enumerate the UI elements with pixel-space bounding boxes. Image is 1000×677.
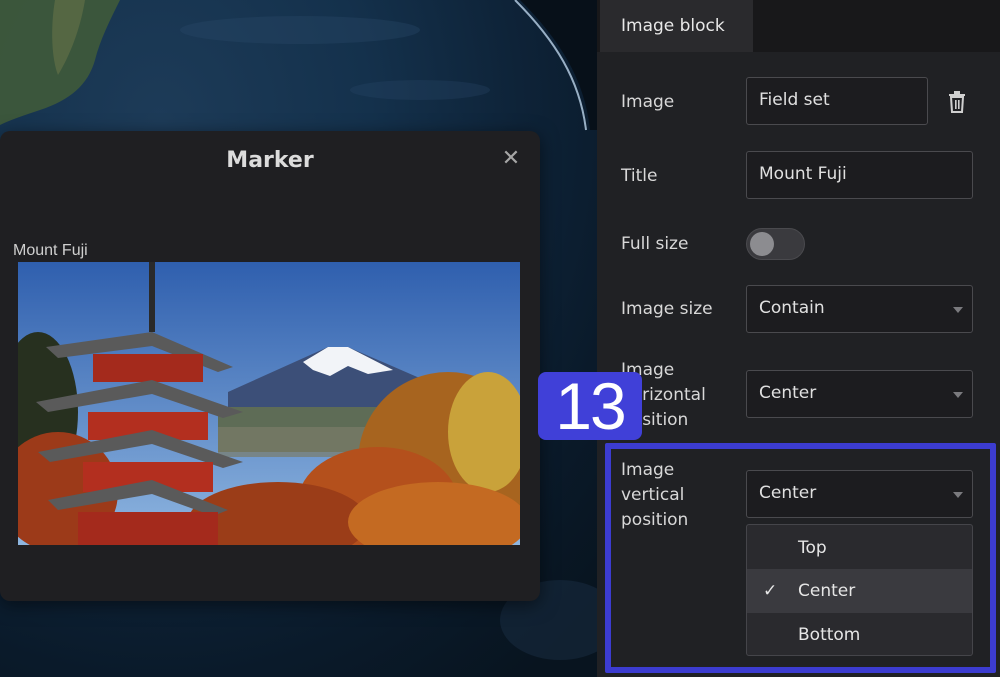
image-size-value: Contain xyxy=(759,298,825,318)
title-field-label: Title xyxy=(621,166,658,186)
image-field-label: Image xyxy=(621,92,675,112)
trash-icon[interactable] xyxy=(946,90,968,114)
image-size-select[interactable]: Contain xyxy=(746,285,973,333)
full-size-toggle[interactable] xyxy=(746,228,805,260)
marker-popup-title: Marker xyxy=(226,148,314,173)
highlight-box xyxy=(605,443,996,673)
horizontal-position-value: Center xyxy=(759,383,817,403)
tab-image-block[interactable]: Image block xyxy=(600,0,753,52)
chevron-down-icon xyxy=(953,307,963,313)
step-number-badge: 13 xyxy=(538,372,642,440)
title-input[interactable]: Mount Fuji xyxy=(746,151,973,199)
image-field[interactable]: Field set xyxy=(746,77,928,125)
mount-fuji-image xyxy=(18,262,520,545)
close-icon[interactable]: ✕ xyxy=(500,148,522,170)
toggle-knob xyxy=(750,232,774,256)
full-size-label: Full size xyxy=(621,234,689,254)
chevron-down-icon xyxy=(953,392,963,398)
marker-image-caption: Mount Fuji xyxy=(13,242,88,259)
image-size-label: Image size xyxy=(621,299,713,319)
horizontal-position-select[interactable]: Center xyxy=(746,370,973,418)
